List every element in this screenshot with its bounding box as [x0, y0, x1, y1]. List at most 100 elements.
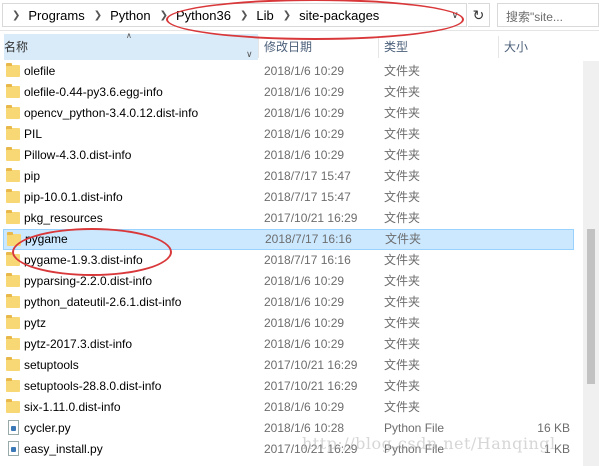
- folder-icon: [6, 105, 20, 119]
- crumb-lib[interactable]: Lib: [256, 8, 273, 23]
- file-row[interactable]: six-1.11.0.dist-info 2018/1/6 10:29 文件夹: [3, 397, 574, 418]
- file-date: 2018/1/6 10:29: [264, 337, 345, 351]
- file-name: PIL: [24, 127, 43, 141]
- folder-icon: [6, 315, 20, 329]
- file-row[interactable]: pip 2018/7/17 15:47 文件夹: [3, 166, 574, 187]
- python-file-icon: [8, 441, 19, 456]
- file-row[interactable]: pygame 2018/7/17 16:16 文件夹: [3, 229, 574, 250]
- column-divider[interactable]: [378, 36, 379, 58]
- crumb-programs[interactable]: Programs: [28, 8, 84, 23]
- file-name: olefile: [24, 64, 56, 78]
- file-row[interactable]: setuptools 2017/10/21 16:29 文件夹: [3, 355, 574, 376]
- crumb-site-packages[interactable]: site-packages: [299, 8, 379, 23]
- column-divider[interactable]: [498, 36, 499, 58]
- folder-icon: [6, 294, 20, 308]
- file-name: pygame-1.9.3.dist-info: [24, 253, 143, 267]
- file-type: 文件夹: [384, 316, 421, 330]
- column-name[interactable]: ∧ 名称 ∨: [4, 31, 258, 60]
- address-bar[interactable]: ❯ Programs ❯ Python ❯ Python36 ❯ Lib ❯ s…: [2, 3, 467, 27]
- address-bar-row: ❯ Programs ❯ Python ❯ Python36 ❯ Lib ❯ s…: [0, 0, 599, 31]
- folder-icon: [6, 168, 20, 182]
- chevron-down-icon[interactable]: ∨: [447, 8, 463, 24]
- file-date: 2018/1/6 10:29: [264, 316, 345, 330]
- file-row[interactable]: pytz 2018/1/6 10:29 文件夹: [3, 313, 574, 334]
- file-type: 文件夹: [384, 253, 421, 267]
- file-name: cycler.py: [24, 421, 71, 435]
- file-date: 2018/7/17 15:47: [264, 169, 351, 183]
- file-type: 文件夹: [384, 106, 421, 120]
- folder-icon: [6, 357, 20, 371]
- file-row[interactable]: pip-10.0.1.dist-info 2018/7/17 15:47 文件夹: [3, 187, 574, 208]
- chevron-right-icon[interactable]: ❯: [3, 10, 28, 21]
- file-row[interactable]: python_dateutil-2.6.1.dist-info 2018/1/6 …: [3, 292, 574, 313]
- file-row[interactable]: Pillow-4.3.0.dist-info 2018/1/6 10:29 文件夹: [3, 145, 574, 166]
- vertical-scrollbar[interactable]: [583, 61, 599, 466]
- file-row[interactable]: pyparsing-2.2.0.dist-info 2018/1/6 10:29 文…: [3, 271, 574, 292]
- crumb-python[interactable]: Python: [110, 8, 150, 23]
- column-name-label: 名称: [4, 40, 29, 54]
- file-name: opencv_python-3.4.0.12.dist-info: [24, 106, 199, 120]
- file-name: olefile-0.44-py3.6.egg-info: [24, 85, 163, 99]
- file-name: pkg_resources: [24, 211, 103, 225]
- file-date: 2018/7/17 16:16: [264, 253, 351, 267]
- chevron-right-icon[interactable]: ❯: [85, 10, 110, 21]
- file-type: 文件夹: [384, 148, 421, 162]
- column-date[interactable]: 修改日期: [264, 34, 312, 60]
- file-type: 文件夹: [384, 274, 421, 288]
- file-row[interactable]: pytz-2017.3.dist-info 2018/1/6 10:29 文件夹: [3, 334, 574, 355]
- file-row[interactable]: PIL 2018/1/6 10:29 文件夹: [3, 124, 574, 145]
- file-date: 2017/10/21 16:29: [264, 358, 358, 372]
- watermark: http://blog.csdn.net/Hanqingl: [302, 434, 556, 453]
- folder-icon: [6, 63, 20, 77]
- folder-icon: [6, 252, 20, 266]
- file-date: 2018/1/6 10:29: [264, 274, 345, 288]
- file-name: setuptools: [24, 358, 79, 372]
- chevron-right-icon[interactable]: ❯: [151, 10, 176, 21]
- file-type: 文件夹: [384, 169, 421, 183]
- folder-icon: [6, 189, 20, 203]
- file-type: 文件夹: [384, 295, 421, 309]
- file-row[interactable]: olefile 2018/1/6 10:29 文件夹: [3, 61, 574, 82]
- refresh-button[interactable]: ↻: [468, 3, 490, 27]
- file-date: 2018/1/6 10:29: [264, 148, 345, 162]
- file-row[interactable]: opencv_python-3.4.0.12.dist-info 2018/1/6…: [3, 103, 574, 124]
- file-name: six-1.11.0.dist-info: [24, 400, 121, 414]
- file-date: 2018/1/6 10:29: [264, 295, 345, 309]
- column-type[interactable]: 类型: [384, 34, 408, 60]
- column-size[interactable]: 大小: [504, 34, 528, 60]
- folder-icon: [6, 147, 20, 161]
- file-name: pip-10.0.1.dist-info: [24, 190, 123, 204]
- scrollbar-thumb[interactable]: [587, 229, 595, 384]
- folder-icon: [6, 273, 20, 287]
- file-type: 文件夹: [384, 400, 421, 414]
- file-row[interactable]: pkg_resources 2017/10/21 16:29 文件夹: [3, 208, 574, 229]
- folder-icon: [6, 84, 20, 98]
- file-type: 文件夹: [384, 64, 421, 78]
- file-row[interactable]: setuptools-28.8.0.dist-info 2017/10/21 16…: [3, 376, 574, 397]
- file-type: 文件夹: [384, 85, 421, 99]
- chevron-right-icon[interactable]: ❯: [274, 10, 299, 21]
- file-date: 2018/1/6 10:29: [264, 127, 345, 141]
- file-date: 2017/10/21 16:29: [264, 379, 358, 393]
- file-name: easy_install.py: [24, 442, 103, 456]
- folder-icon: [6, 399, 20, 413]
- file-date: 2018/7/17 15:47: [264, 190, 351, 204]
- folder-icon: [6, 336, 20, 350]
- chevron-right-icon[interactable]: ❯: [231, 10, 256, 21]
- file-date: 2017/10/21 16:29: [264, 211, 358, 225]
- file-row[interactable]: pygame-1.9.3.dist-info 2018/7/17 16:16 文件夹: [3, 250, 574, 271]
- file-date: 2018/7/17 16:16: [265, 232, 352, 246]
- column-divider[interactable]: [258, 36, 259, 58]
- file-type: 文件夹: [384, 358, 421, 372]
- file-date: 2018/1/6 10:29: [264, 400, 345, 414]
- search-placeholder: 搜索"site...: [506, 10, 563, 24]
- file-type: 文件夹: [384, 337, 421, 351]
- folder-icon: [6, 378, 20, 392]
- file-name: pyparsing-2.2.0.dist-info: [24, 274, 153, 288]
- file-row[interactable]: olefile-0.44-py3.6.egg-info 2018/1/6 10:2…: [3, 82, 574, 103]
- crumb-python36[interactable]: Python36: [176, 8, 231, 23]
- folder-icon: [7, 232, 21, 246]
- file-type: 文件夹: [384, 127, 421, 141]
- file-name: setuptools-28.8.0.dist-info: [24, 379, 162, 393]
- search-input[interactable]: 搜索"site...: [497, 3, 599, 27]
